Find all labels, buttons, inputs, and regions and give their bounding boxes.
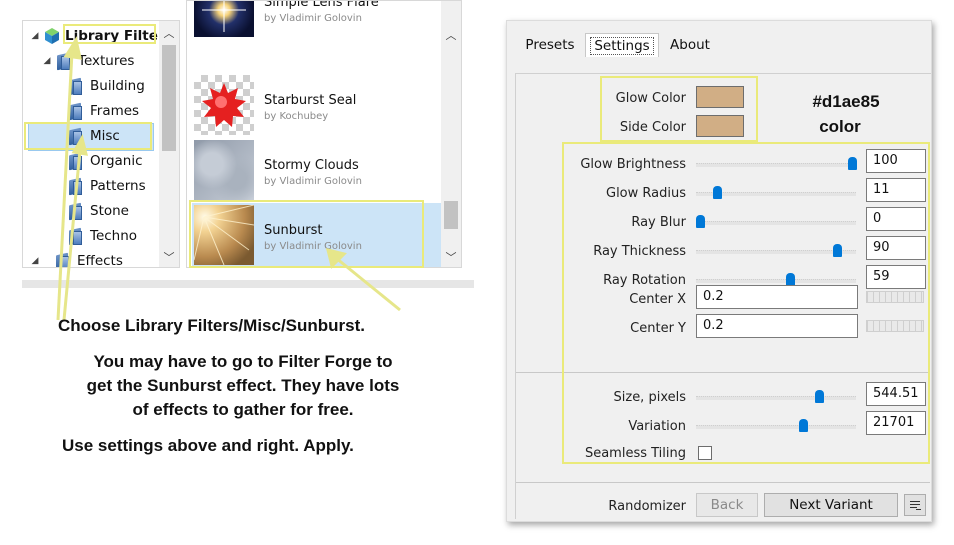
- section-divider: [516, 482, 930, 483]
- randomizer-label: Randomizer: [608, 499, 686, 514]
- tab-presets[interactable]: Presets: [517, 33, 583, 57]
- instruction-text-1: Choose Library Filters/Misc/Sunburst.: [58, 316, 366, 335]
- back-button[interactable]: Back: [696, 493, 758, 517]
- instruction-text-3: Use settings above and right. Apply.: [62, 436, 354, 455]
- tab-settings[interactable]: Settings: [585, 33, 659, 57]
- tab-about[interactable]: About: [661, 33, 719, 57]
- color-hex-annotation: #d1ae85: [812, 92, 880, 111]
- instruction-text-2: You may have to go to Filter Forge to ge…: [86, 352, 400, 419]
- menu-icon[interactable]: [904, 494, 926, 516]
- highlight-sliders: [562, 142, 930, 464]
- next-variant-button[interactable]: Next Variant: [764, 493, 898, 517]
- color-word-annotation: color: [819, 117, 861, 136]
- highlight-colors: [600, 76, 758, 142]
